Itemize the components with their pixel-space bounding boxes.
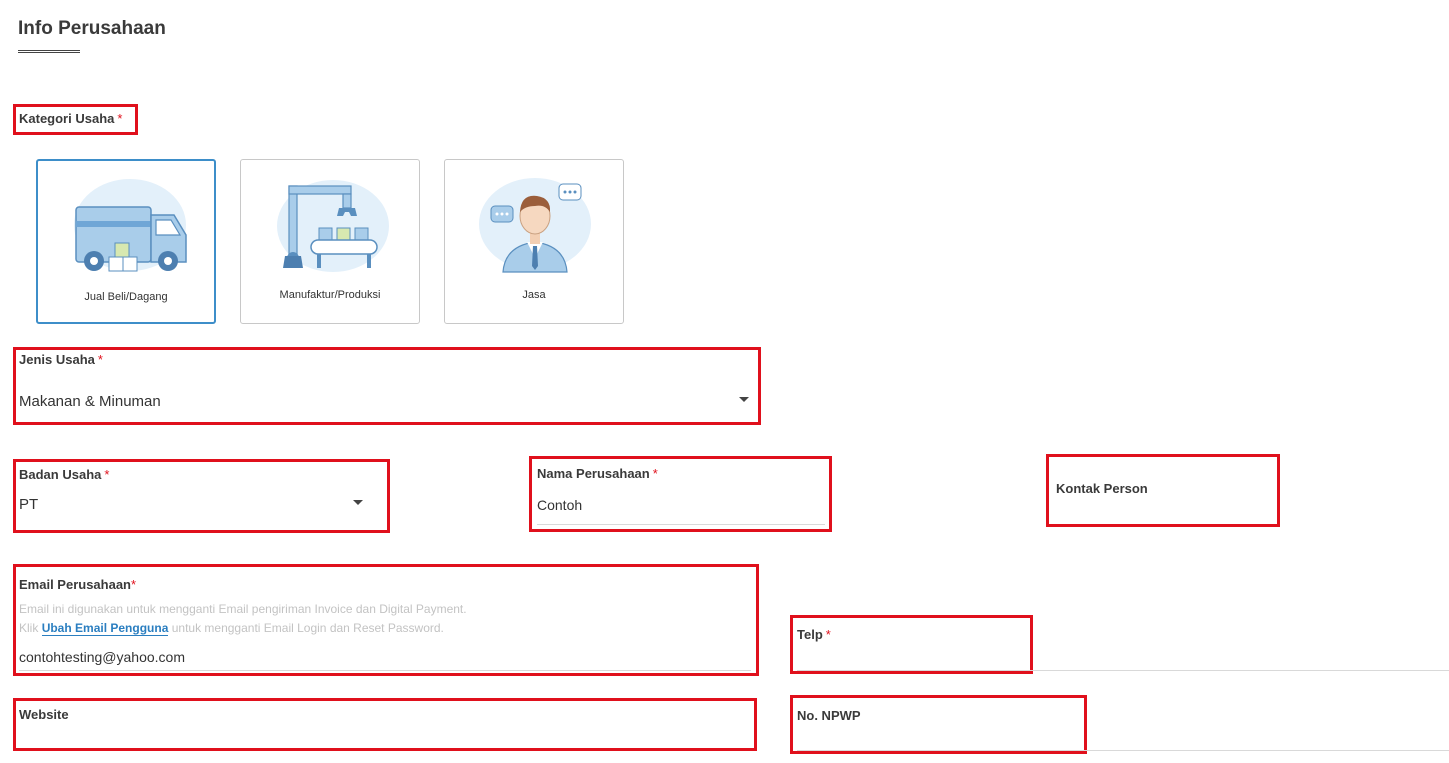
ubah-email-pengguna-link[interactable]: Ubah Email Pengguna	[41, 621, 169, 636]
email-perusahaan-input[interactable]	[19, 647, 749, 667]
kategori-usaha-label: Kategori Usaha *	[19, 111, 123, 126]
title-underline	[18, 50, 80, 53]
website-label: Website	[19, 707, 69, 722]
customer-service-person-icon	[479, 178, 591, 273]
truck-icon	[74, 179, 187, 272]
badan-usaha-select[interactable]: PT	[19, 495, 374, 519]
category-label: Jasa	[522, 289, 546, 301]
nama-perusahaan-input[interactable]	[537, 495, 822, 515]
npwp-input[interactable]	[797, 727, 1437, 745]
badan-usaha-label: Badan Usaha *	[19, 467, 110, 482]
npwp-highlight	[790, 695, 1087, 754]
category-card-jasa[interactable]: Jasa	[444, 159, 624, 324]
email-hint-line-1: Email ini digunakan untuk mengganti Emai…	[19, 602, 467, 616]
npwp-label: No. NPWP	[797, 708, 861, 723]
website-input[interactable]	[19, 726, 747, 744]
kontak-person-label: Kontak Person	[1056, 481, 1148, 496]
email-hint-line-2: Klik Ubah Email Pengguna untuk mengganti…	[19, 621, 444, 636]
npwp-underline	[797, 750, 1449, 751]
jenis-usaha-select[interactable]: Makanan & Minuman	[19, 392, 755, 416]
email-perusahaan-label: Email Perusahaan*	[19, 577, 137, 592]
telp-underline	[797, 670, 1449, 671]
jenis-usaha-label: Jenis Usaha *	[19, 352, 103, 367]
category-card-manufaktur[interactable]: Manufaktur/Produksi	[240, 159, 420, 324]
chevron-down-icon	[353, 500, 363, 505]
nama-perusahaan-label: Nama Perusahaan *	[537, 466, 658, 481]
nama-perusahaan-underline	[537, 524, 825, 525]
category-label: Manufaktur/Produksi	[279, 289, 381, 301]
telp-input[interactable]	[797, 647, 1437, 667]
kontak-person-input[interactable]	[1056, 500, 1270, 518]
chevron-down-icon	[739, 397, 749, 402]
jenis-usaha-value: Makanan & Minuman	[19, 393, 161, 410]
robot-arm-conveyor-icon	[277, 180, 389, 272]
badan-usaha-value: PT	[19, 496, 39, 513]
category-card-jual-beli[interactable]: Jual Beli/Dagang	[36, 159, 216, 324]
category-label: Jual Beli/Dagang	[84, 291, 168, 303]
page-title: Info Perusahaan	[18, 18, 166, 39]
email-hint: Email ini digunakan untuk mengganti Emai…	[19, 600, 749, 638]
email-underline	[19, 670, 751, 671]
telp-label: Telp *	[797, 627, 831, 642]
